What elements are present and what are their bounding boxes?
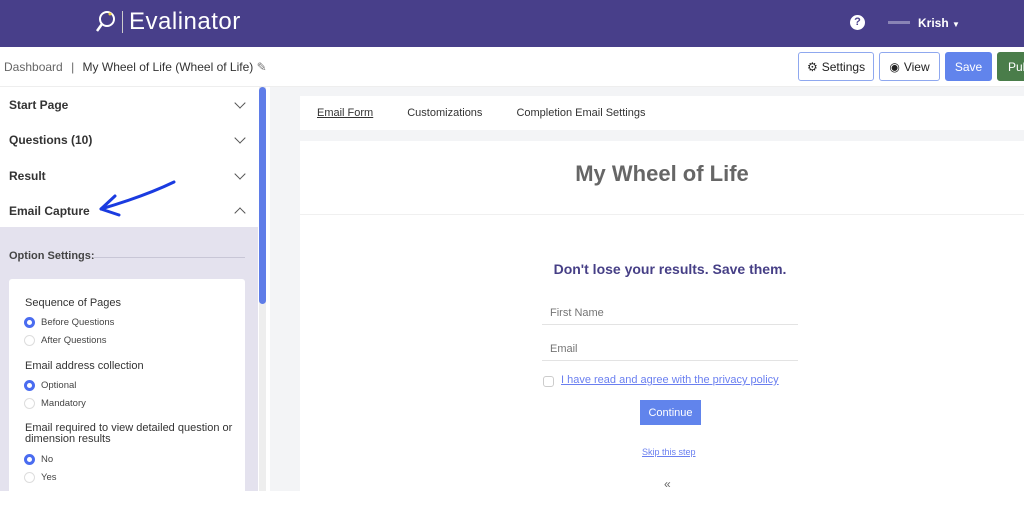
back-icon[interactable]: « (664, 477, 671, 491)
save-button[interactable]: Save (945, 52, 992, 81)
user-name: Krish (918, 16, 949, 30)
email-form-preview: My Wheel of Life Don't lose your results… (300, 141, 1024, 491)
main-content: Email Form Customizations Completion Ema… (270, 87, 1024, 491)
edit-icon[interactable]: ✎ (257, 60, 267, 74)
radio-label: After Questions (41, 335, 107, 346)
chevron-down-icon (234, 168, 246, 180)
view-label: View (903, 59, 930, 74)
settings-label: Settings (821, 59, 866, 74)
tab-email-form[interactable]: Email Form (317, 107, 373, 119)
form-heading: Don't lose your results. Save them. (553, 261, 787, 277)
scrollbar-thumb[interactable] (259, 87, 266, 304)
publish-button[interactable]: Pub (997, 52, 1024, 81)
radio-mandatory[interactable]: Mandatory (24, 398, 86, 409)
skip-link[interactable]: Skip this step (642, 447, 696, 457)
radio-selected-icon (24, 454, 35, 465)
option-card: Sequence of Pages Before Questions After… (9, 279, 245, 509)
chevron-up-icon (234, 207, 246, 219)
tab-customizations[interactable]: Customizations (407, 107, 482, 119)
radio-optional[interactable]: Optional (24, 380, 76, 391)
radio-icon (24, 398, 35, 409)
breadcrumb-separator: | (71, 60, 75, 74)
radio-icon (24, 472, 35, 483)
option-settings-heading: Option Settings: (9, 250, 95, 262)
gear-icon: ⚙ (806, 59, 818, 74)
sidebar: Start Page Questions (10) Result Email C… (0, 87, 258, 509)
accordion-label: Email Capture (9, 204, 90, 219)
breadcrumb-current: My Wheel of Life (Wheel of Life) (82, 60, 254, 74)
radio-label: Yes (41, 472, 57, 483)
annotation-arrow-icon (99, 180, 176, 217)
first-name-input[interactable] (542, 301, 798, 325)
sub-header: Dashboard | My Wheel of Life (Wheel of L… (0, 47, 1024, 87)
magnifier-icon (96, 11, 115, 32)
logo[interactable]: Evalinator (96, 8, 241, 36)
divider (300, 214, 1024, 215)
email-input[interactable] (542, 337, 798, 361)
view-button[interactable]: ◉ View (879, 52, 940, 81)
accordion-label: Result (9, 168, 46, 183)
radio-label: Optional (41, 380, 77, 391)
radio-selected-icon (24, 380, 35, 391)
eye-icon: ◉ (889, 59, 900, 74)
settings-button[interactable]: ⚙ Settings (798, 52, 874, 81)
divider (93, 257, 245, 258)
brand-name: Evalinator (129, 8, 241, 35)
radio-after-questions[interactable]: After Questions (24, 335, 106, 346)
top-navbar: Evalinator ? Krish ▼ (0, 0, 1024, 47)
privacy-checkbox[interactable] (543, 376, 554, 387)
accordion-label: Start Page (9, 97, 69, 112)
avatar[interactable] (888, 21, 910, 24)
accordion-questions[interactable]: Questions (10) (0, 123, 258, 159)
radio-label: Before Questions (41, 317, 115, 328)
privacy-policy-link[interactable]: I have read and agree with the privacy p… (561, 374, 779, 386)
continue-button[interactable]: Continue (640, 400, 701, 425)
radio-icon (24, 335, 35, 346)
form-title: My Wheel of Life (575, 161, 749, 186)
breadcrumb-dashboard[interactable]: Dashboard (4, 60, 63, 74)
email-capture-panel: Option Settings: Sequence of Pages Befor… (0, 227, 258, 509)
radio-label: No (41, 454, 54, 465)
accordion-label: Questions (10) (9, 133, 93, 148)
tab-bar: Email Form Customizations Completion Ema… (300, 96, 1024, 130)
sidebar-scrollbar[interactable] (259, 87, 266, 491)
radio-before-questions[interactable]: Before Questions (24, 317, 114, 328)
chevron-down-icon (234, 97, 246, 109)
breadcrumb: Dashboard | My Wheel of Life (Wheel of L… (4, 60, 267, 74)
group-label: Email address collection (25, 360, 144, 372)
caret-down-icon: ▼ (952, 20, 960, 29)
group-label: Sequence of Pages (25, 297, 122, 309)
tab-completion-email-settings[interactable]: Completion Email Settings (516, 107, 645, 119)
radio-yes[interactable]: Yes (24, 472, 57, 483)
radio-no[interactable]: No (24, 454, 53, 465)
chevron-down-icon (234, 132, 246, 144)
group-label: Email required to view detailed question… (25, 422, 233, 445)
radio-selected-icon (24, 317, 35, 328)
question-circle-icon[interactable]: ? (850, 15, 865, 30)
radio-label: Mandatory (41, 398, 86, 409)
accordion-start-page[interactable]: Start Page (0, 87, 258, 123)
user-menu[interactable]: Krish ▼ (918, 16, 960, 30)
